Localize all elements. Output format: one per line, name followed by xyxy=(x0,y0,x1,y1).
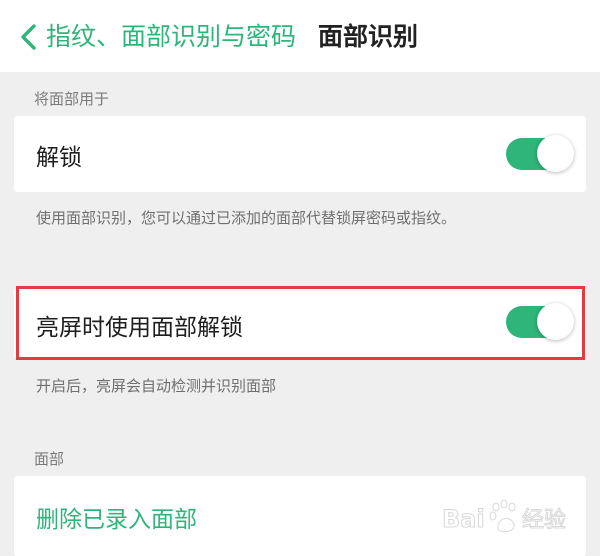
unlock-hint: 使用面部识别，您可以通过已添加的面部代替锁屏密码或指纹。 xyxy=(36,209,457,227)
section-label-face: 面部 xyxy=(34,450,65,468)
unlock-row[interactable]: 解锁 xyxy=(14,116,586,192)
highlight-annotation-box xyxy=(16,286,585,360)
unlock-toggle[interactable] xyxy=(506,135,574,172)
screen-on-unlock-hint: 开启后，亮屏会自动检测并识别面部 xyxy=(36,377,277,395)
baidu-logo-icon: Bai 经验 xyxy=(442,499,567,534)
back-arrow-icon[interactable] xyxy=(18,24,40,50)
top-bar: 指纹、面部识别与密码 面部识别 xyxy=(0,0,600,72)
svg-text:经验: 经验 xyxy=(522,508,566,533)
page-title: 面部识别 xyxy=(318,22,419,51)
svg-text:Bai: Bai xyxy=(442,505,485,533)
baidu-jingyan-watermark: Bai 经验 xyxy=(442,497,582,537)
toggle-knob xyxy=(537,135,574,172)
delete-face-button[interactable]: 删除已录入面部 xyxy=(36,500,197,534)
unlock-label: 解锁 xyxy=(36,145,82,171)
back-button-label[interactable]: 指纹、面部识别与密码 xyxy=(46,20,296,54)
section-label-use-face-for: 将面部用于 xyxy=(34,90,110,108)
